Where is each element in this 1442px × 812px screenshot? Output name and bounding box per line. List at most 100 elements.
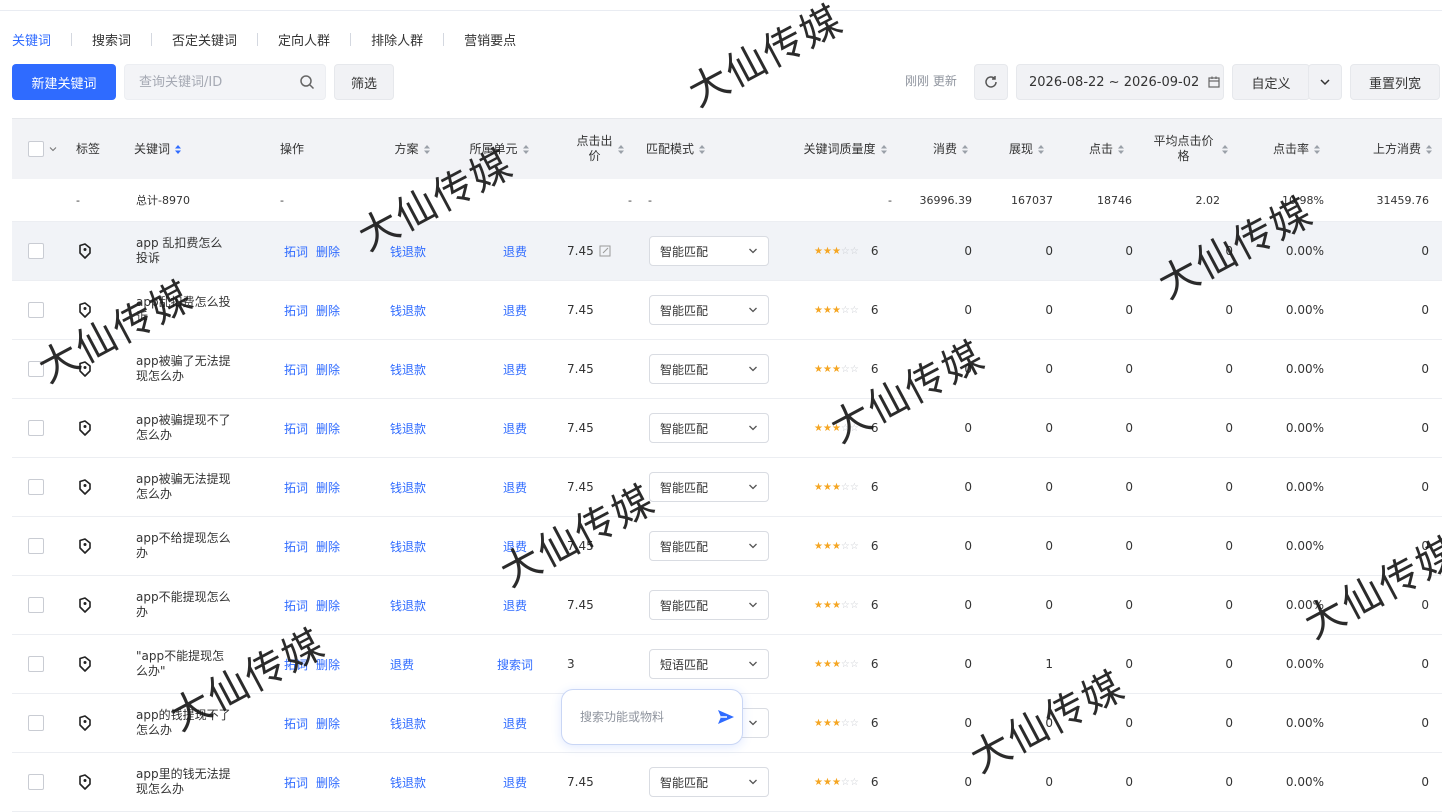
bid-cell[interactable]: 7.45 xyxy=(567,281,594,339)
bid-cell[interactable]: 7.45 xyxy=(567,576,594,634)
plan-link[interactable]: 钱退款 xyxy=(390,597,426,614)
unit-link[interactable]: 搜索词 xyxy=(497,656,533,673)
plan-link[interactable]: 钱退款 xyxy=(390,361,426,378)
reset-columns-button[interactable]: 重置列宽 xyxy=(1350,64,1440,100)
unit-link[interactable]: 退费 xyxy=(503,774,527,791)
unit-link[interactable]: 退费 xyxy=(503,361,527,378)
keyword-search-input[interactable] xyxy=(137,73,301,91)
delete-link[interactable]: 删除 xyxy=(316,656,340,673)
chevron-down-icon[interactable] xyxy=(49,145,57,153)
bid-cell[interactable]: 7.45 xyxy=(567,399,594,457)
unit-link[interactable]: 退费 xyxy=(503,302,527,319)
select-all-checkbox[interactable] xyxy=(28,141,44,157)
col-quality[interactable]: 关键词质量度 xyxy=(802,119,888,179)
refresh-button[interactable] xyxy=(974,64,1008,100)
row-checkbox[interactable] xyxy=(28,597,44,613)
match-mode-select[interactable]: 智能匹配 xyxy=(649,590,769,620)
expand-keyword-link[interactable]: 拓词 xyxy=(284,538,308,555)
delete-link[interactable]: 删除 xyxy=(316,420,340,437)
search-icon[interactable] xyxy=(299,74,315,90)
plan-link[interactable]: 钱退款 xyxy=(390,302,426,319)
expand-keyword-link[interactable]: 拓词 xyxy=(284,361,308,378)
edit-icon[interactable] xyxy=(599,245,611,257)
col-plan[interactable]: 方案 xyxy=(390,119,434,179)
unit-link[interactable]: 退费 xyxy=(503,243,527,260)
match-mode-select[interactable]: 智能匹配 xyxy=(649,767,769,797)
row-checkbox[interactable] xyxy=(28,774,44,790)
tag-icon[interactable] xyxy=(78,774,92,790)
row-checkbox[interactable] xyxy=(28,243,44,259)
delete-link[interactable]: 删除 xyxy=(316,302,340,319)
row-checkbox[interactable] xyxy=(28,361,44,377)
plan-link[interactable]: 钱退款 xyxy=(390,774,426,791)
tag-icon[interactable] xyxy=(78,302,92,318)
delete-link[interactable]: 删除 xyxy=(316,243,340,260)
tag-icon[interactable] xyxy=(78,243,92,259)
bid-cell[interactable]: 7.45 xyxy=(567,340,594,398)
tag-icon[interactable] xyxy=(78,361,92,377)
row-checkbox[interactable] xyxy=(28,302,44,318)
unit-link[interactable]: 退费 xyxy=(503,538,527,555)
match-mode-select[interactable]: 智能匹配 xyxy=(649,295,769,325)
plan-link[interactable]: 钱退款 xyxy=(390,420,426,437)
col-match[interactable]: 匹配模式 xyxy=(646,119,726,179)
col-clicks[interactable]: 点击 xyxy=(1074,119,1124,179)
match-mode-select[interactable]: 短语匹配 xyxy=(649,649,769,679)
delete-link[interactable]: 删除 xyxy=(316,538,340,555)
col-bid[interactable]: 点击出价 xyxy=(570,119,630,179)
unit-link[interactable]: 退费 xyxy=(503,597,527,614)
expand-keyword-link[interactable]: 拓词 xyxy=(284,302,308,319)
plan-link[interactable]: 钱退款 xyxy=(390,479,426,496)
match-mode-select[interactable]: 智能匹配 xyxy=(649,531,769,561)
match-mode-select[interactable]: 智能匹配 xyxy=(649,472,769,502)
tag-icon[interactable] xyxy=(78,656,92,672)
tab-excluded-audience[interactable]: 排除人群 xyxy=(351,30,443,49)
unit-link[interactable]: 退费 xyxy=(503,420,527,437)
new-keyword-button[interactable]: 新建关键词 xyxy=(12,64,116,100)
plan-link[interactable]: 退费 xyxy=(390,656,414,673)
expand-keyword-link[interactable]: 拓词 xyxy=(284,774,308,791)
col-top-cost[interactable]: 上方消费 xyxy=(1352,119,1432,179)
row-checkbox[interactable] xyxy=(28,656,44,672)
match-mode-select[interactable]: 智能匹配 xyxy=(649,354,769,384)
bid-cell[interactable]: 7.45 xyxy=(567,753,594,811)
delete-link[interactable]: 删除 xyxy=(316,597,340,614)
delete-link[interactable]: 删除 xyxy=(316,479,340,496)
delete-link[interactable]: 删除 xyxy=(316,774,340,791)
tag-icon[interactable] xyxy=(78,420,92,436)
col-keyword[interactable]: 关键词 xyxy=(134,119,214,179)
tab-keywords[interactable]: 关键词 xyxy=(12,30,71,49)
bid-cell[interactable]: 3 xyxy=(567,635,575,693)
match-mode-select[interactable]: 智能匹配 xyxy=(649,413,769,443)
plan-link[interactable]: 钱退款 xyxy=(390,243,426,260)
row-checkbox[interactable] xyxy=(28,420,44,436)
custom-columns-button[interactable]: 自定义 xyxy=(1232,64,1310,100)
tab-targeted-audience[interactable]: 定向人群 xyxy=(258,30,350,49)
match-mode-select[interactable]: 智能匹配 xyxy=(649,236,769,266)
expand-keyword-link[interactable]: 拓词 xyxy=(284,597,308,614)
unit-link[interactable]: 退费 xyxy=(503,715,527,732)
date-range-picker[interactable]: 2026-08-22 ~ 2026-09-02 xyxy=(1016,64,1224,100)
filter-button[interactable]: 筛选 xyxy=(334,64,394,100)
col-ctr[interactable]: 点击率 xyxy=(1260,119,1320,179)
row-checkbox[interactable] xyxy=(28,715,44,731)
row-checkbox[interactable] xyxy=(28,538,44,554)
plan-link[interactable]: 钱退款 xyxy=(390,715,426,732)
send-icon[interactable] xyxy=(716,707,736,727)
expand-keyword-link[interactable]: 拓词 xyxy=(284,656,308,673)
bid-cell[interactable]: 7.45 xyxy=(567,458,594,516)
col-impressions[interactable]: 展现 xyxy=(994,119,1044,179)
bid-cell[interactable]: 7.45 xyxy=(567,517,594,575)
expand-keyword-link[interactable]: 拓词 xyxy=(284,420,308,437)
row-checkbox[interactable] xyxy=(28,479,44,495)
expand-keyword-link[interactable]: 拓词 xyxy=(284,715,308,732)
delete-link[interactable]: 删除 xyxy=(316,361,340,378)
tab-search-terms[interactable]: 搜索词 xyxy=(72,30,151,49)
floating-search-input[interactable] xyxy=(578,709,702,725)
col-avg-cpc[interactable]: 平均点击价格 xyxy=(1144,119,1234,179)
unit-link[interactable]: 退费 xyxy=(503,479,527,496)
tag-icon[interactable] xyxy=(78,715,92,731)
tag-icon[interactable] xyxy=(78,479,92,495)
tag-icon[interactable] xyxy=(78,538,92,554)
col-cost[interactable]: 消费 xyxy=(914,119,968,179)
